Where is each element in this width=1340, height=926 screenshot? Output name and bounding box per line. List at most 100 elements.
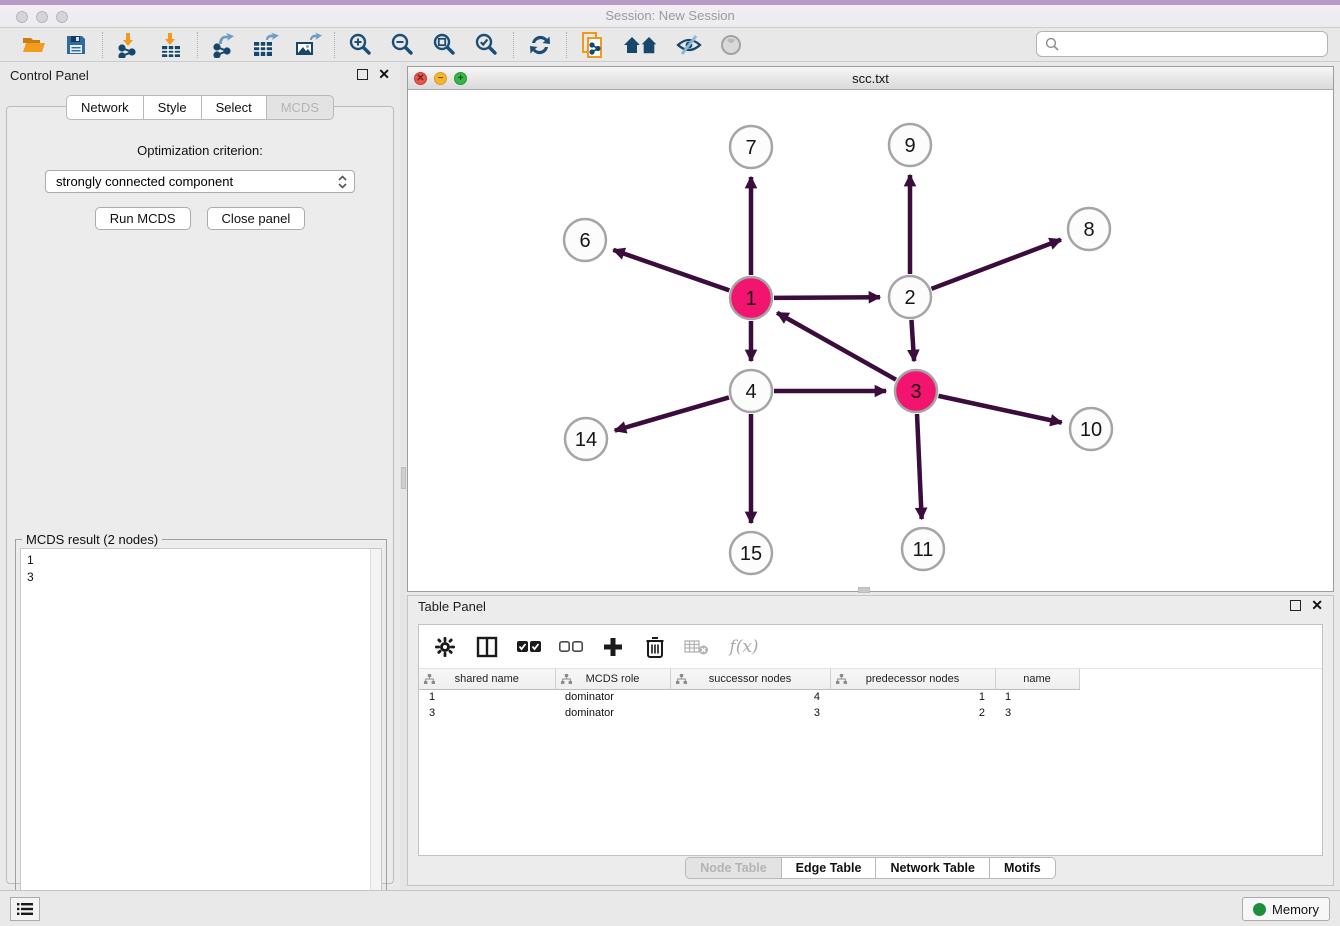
control-tab-select[interactable]: Select: [201, 95, 266, 120]
column-header-shared-name[interactable]: shared name: [419, 669, 555, 689]
delete-row-button[interactable]: [643, 635, 667, 659]
table-panel: Table Panel ✕: [407, 595, 1334, 886]
run-mcds-button[interactable]: Run MCDS: [95, 207, 191, 230]
split-columns-button[interactable]: [475, 635, 499, 659]
panel-splitter[interactable]: [400, 62, 407, 890]
graph-node-15[interactable]: 15: [730, 532, 772, 574]
deselect-all-rows-button[interactable]: [559, 635, 583, 659]
close-panel-button[interactable]: Close panel: [207, 207, 306, 230]
splitter-grip[interactable]: [401, 467, 406, 489]
task-list-icon: [16, 902, 34, 916]
table-row[interactable]: 3dominator323: [419, 705, 1079, 721]
zoom-in-button[interactable]: [347, 31, 375, 59]
graph-node-1[interactable]: 1: [730, 277, 772, 319]
graph-node-9[interactable]: 9: [889, 124, 931, 166]
zoom-out-button[interactable]: [389, 31, 417, 59]
network-canvas[interactable]: 7 9 6 8 1 2 4 3 14 10 15 11: [408, 90, 1333, 591]
graph-node-14[interactable]: 14: [565, 418, 607, 460]
zoom-selected-button[interactable]: [473, 31, 501, 59]
add-column-button[interactable]: [601, 635, 625, 659]
table-cell[interactable]: 1: [830, 689, 995, 705]
table-cell[interactable]: 3: [419, 705, 555, 721]
table-toolbar: f(x): [419, 625, 1322, 669]
network-resize-grip[interactable]: [858, 587, 870, 593]
node-table[interactable]: shared nameMCDS rolesuccessor nodesprede…: [419, 669, 1080, 721]
memory-label: Memory: [1272, 902, 1319, 917]
mcds-result-line: 3: [27, 569, 375, 586]
table-cell[interactable]: 1: [419, 689, 555, 705]
show-all-button[interactable]: [717, 31, 745, 59]
graph-node-6[interactable]: 6: [564, 219, 606, 261]
float-table-panel-icon[interactable]: [1290, 600, 1301, 611]
edge-1-2[interactable]: [774, 297, 880, 298]
close-panel-icon[interactable]: ✕: [378, 69, 390, 80]
table-cell[interactable]: dominator: [555, 705, 670, 721]
refresh-view-button[interactable]: [526, 31, 554, 59]
mcds-result-list[interactable]: 13: [20, 548, 382, 914]
plus-icon: [603, 637, 623, 657]
graph-node-10[interactable]: 10: [1070, 408, 1112, 450]
edge-3-10[interactable]: [938, 396, 1061, 423]
column-header-MCDS-role[interactable]: MCDS role: [555, 669, 670, 689]
export-table-button[interactable]: [252, 31, 280, 59]
table-cell[interactable]: 2: [830, 705, 995, 721]
table-tab-network-table[interactable]: Network Table: [875, 857, 989, 879]
float-panel-icon[interactable]: [357, 69, 368, 80]
zoom-fit-button[interactable]: [431, 31, 459, 59]
clone-network-button[interactable]: [579, 31, 607, 59]
search-box[interactable]: [1036, 31, 1328, 57]
table-row[interactable]: 1dominator411: [419, 689, 1079, 705]
graph-node-3[interactable]: 3: [895, 370, 937, 412]
save-session-button[interactable]: [62, 31, 90, 59]
memory-button[interactable]: Memory: [1242, 897, 1330, 921]
export-network-icon: [211, 32, 237, 58]
graph-node-2[interactable]: 2: [889, 276, 931, 318]
table-cell[interactable]: 1: [995, 689, 1079, 705]
column-header-successor-nodes[interactable]: successor nodes: [670, 669, 830, 689]
column-header-predecessor-nodes[interactable]: predecessor nodes: [830, 669, 995, 689]
export-network-button[interactable]: [210, 31, 238, 59]
edge-2-3[interactable]: [911, 320, 914, 361]
control-tab-style[interactable]: Style: [143, 95, 201, 120]
control-panel: Control Panel ✕ NetworkStyleSelectMCDS O…: [0, 62, 400, 890]
select-all-rows-button[interactable]: [517, 635, 541, 659]
first-neighbors-button[interactable]: [621, 31, 661, 59]
open-session-button[interactable]: [20, 31, 48, 59]
edge-4-14[interactable]: [615, 397, 729, 430]
table-tab-node-table[interactable]: Node Table: [685, 857, 780, 879]
table-cell[interactable]: 3: [995, 705, 1079, 721]
table-cell[interactable]: 3: [670, 705, 830, 721]
edge-3-11[interactable]: [917, 414, 922, 519]
network-window-titlebar[interactable]: ✕ − + scc.txt: [408, 67, 1333, 90]
table-settings-button[interactable]: [433, 635, 457, 659]
chevron-up-down-icon: [337, 174, 348, 190]
hide-selected-button[interactable]: [675, 31, 703, 59]
graph-node-8[interactable]: 8: [1068, 208, 1110, 250]
graph-node-4[interactable]: 4: [730, 370, 772, 412]
control-tab-network[interactable]: Network: [66, 95, 143, 120]
close-table-panel-icon[interactable]: ✕: [1311, 600, 1323, 611]
mcds-result-groupbox: MCDS result (2 nodes) 13: [15, 539, 387, 919]
task-history-button[interactable]: [10, 897, 40, 921]
table-cell[interactable]: 4: [670, 689, 830, 705]
memory-status-icon: [1253, 903, 1266, 916]
table-cell[interactable]: dominator: [555, 689, 670, 705]
search-input[interactable]: [1066, 37, 1319, 52]
edge-3-1[interactable]: [777, 313, 896, 380]
import-table-button[interactable]: [157, 31, 185, 59]
graph-node-7[interactable]: 7: [730, 126, 772, 168]
table-tab-edge-table[interactable]: Edge Table: [781, 857, 876, 879]
graph-node-11[interactable]: 11: [902, 528, 944, 570]
window-title: Session: New Session: [0, 8, 1340, 23]
result-scrollbar[interactable]: [370, 549, 381, 913]
network-graph[interactable]: 7 9 6 8 1 2 4 3 14 10 15 11: [408, 90, 1333, 591]
control-tab-mcds[interactable]: MCDS: [266, 95, 334, 120]
import-network-button[interactable]: [115, 31, 143, 59]
network-window-title: scc.txt: [408, 71, 1333, 86]
edge-1-6[interactable]: [613, 250, 729, 291]
optimization-criterion-select[interactable]: strongly connected component: [45, 170, 355, 193]
edge-2-8[interactable]: [932, 240, 1061, 289]
export-image-button[interactable]: [294, 31, 322, 59]
column-header-name[interactable]: name: [995, 669, 1079, 689]
table-tab-motifs[interactable]: Motifs: [989, 857, 1056, 879]
